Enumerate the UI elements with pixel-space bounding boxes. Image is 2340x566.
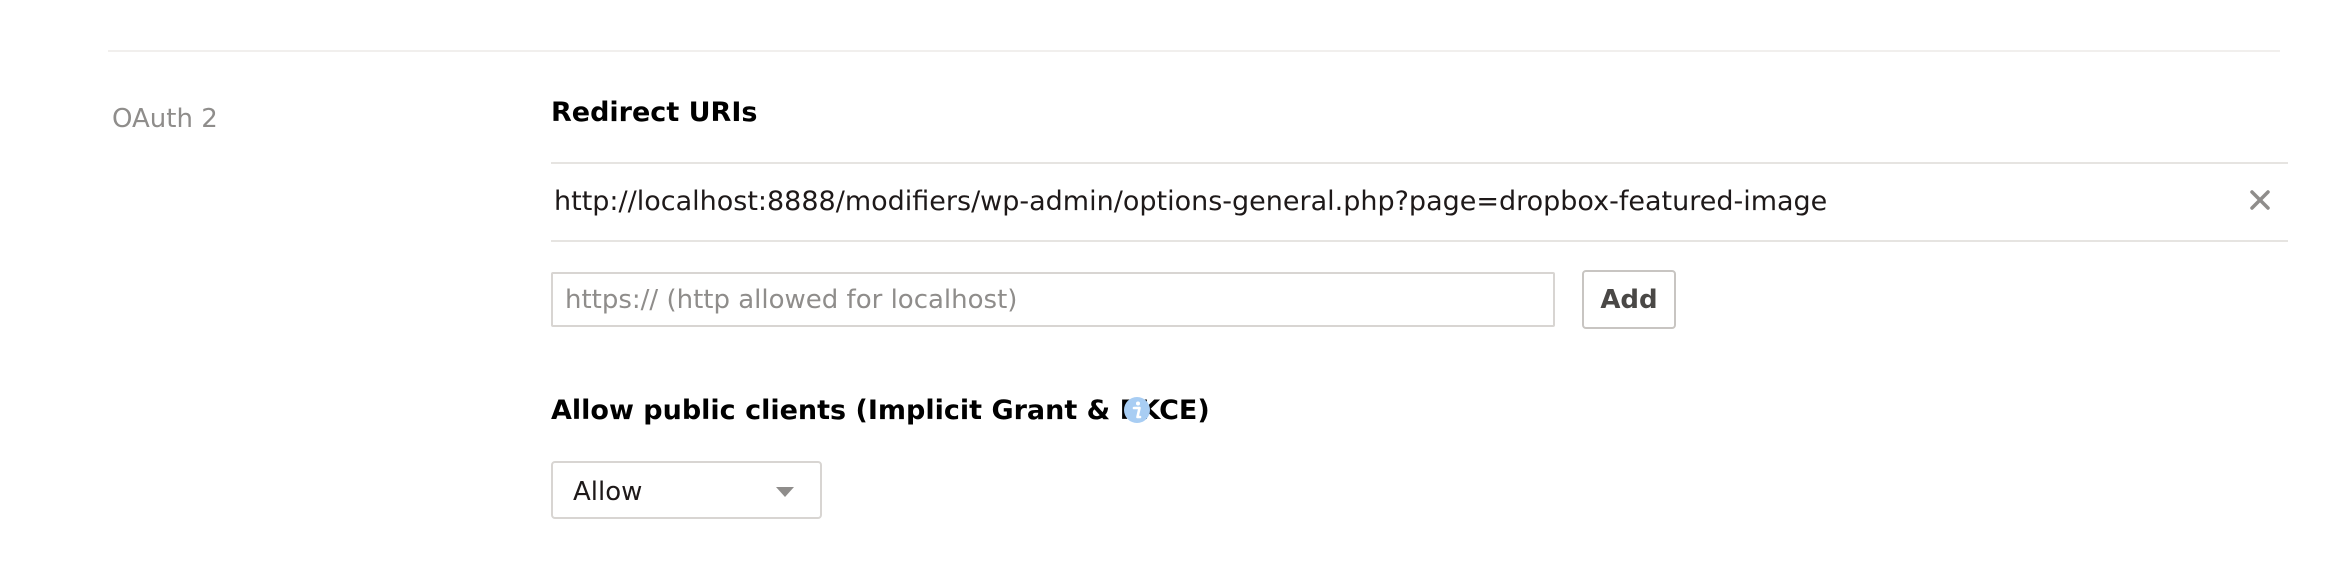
info-icon[interactable] [1123, 396, 1151, 424]
redirect-uri-text: http://localhost:8888/modifiers/wp-admin… [554, 186, 1828, 217]
public-clients-title: Allow public clients (Implicit Grant & P… [551, 395, 1210, 426]
select-value: Allow [573, 477, 643, 507]
public-clients-select[interactable]: Allow [551, 461, 822, 519]
redirect-uris-title: Redirect URIs [551, 97, 758, 128]
redirect-uri-list: http://localhost:8888/modifiers/wp-admin… [551, 162, 2288, 242]
close-icon[interactable] [2242, 182, 2278, 218]
chevron-down-icon [776, 487, 794, 497]
oauth-settings-page: OAuth 2 Redirect URIs http://localhost:8… [0, 0, 2340, 566]
redirect-uri-input[interactable] [551, 272, 1555, 327]
add-uri-button[interactable]: Add [1582, 270, 1676, 329]
section-label: OAuth 2 [112, 104, 218, 134]
section-divider [108, 50, 2280, 52]
list-item: http://localhost:8888/modifiers/wp-admin… [551, 164, 2288, 240]
